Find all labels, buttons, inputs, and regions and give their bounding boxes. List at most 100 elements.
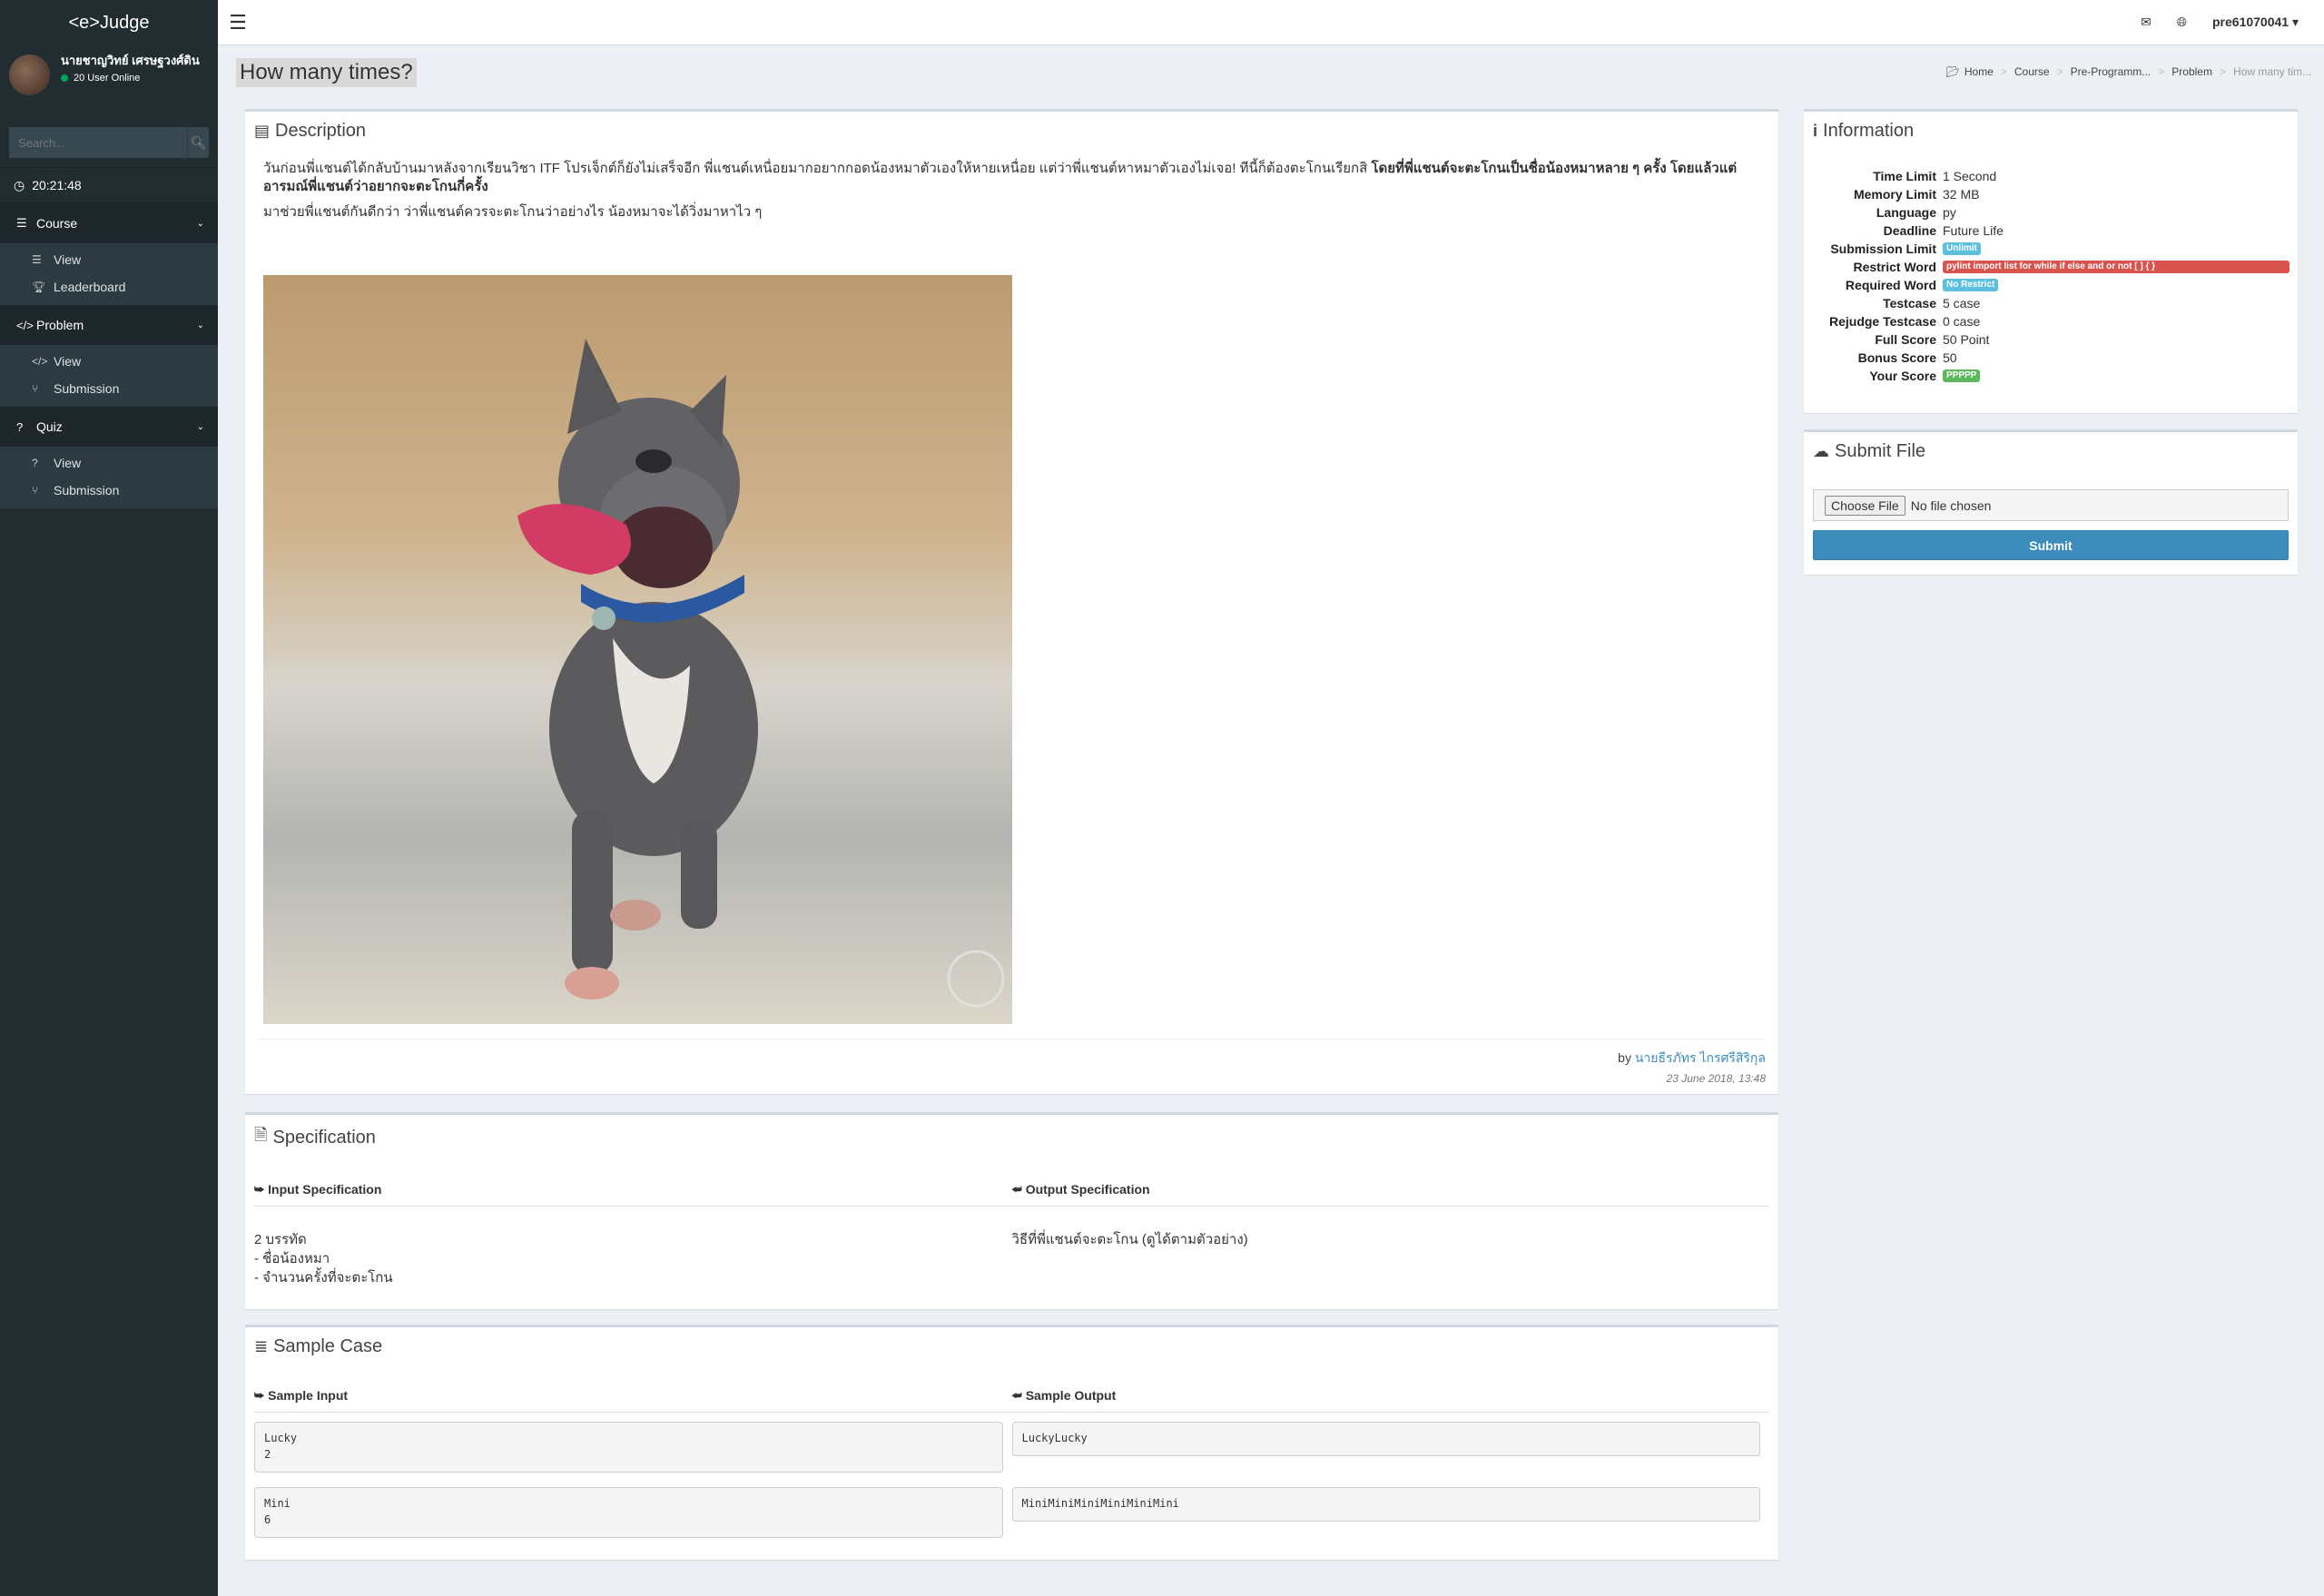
info-row-time-limit: Time Limit 1 Second [1813, 167, 2298, 185]
sample-output-column: ⮨ Sample Output LuckyLucky MiniMiniMiniM… [1011, 1379, 1769, 1538]
user-name: นายชาญวิทย์ เศรษฐวงศ์ดิน [61, 54, 200, 67]
clock-time: 20:21:48 [32, 178, 82, 192]
sidebar-item-quiz-view[interactable]: ? View [0, 449, 218, 477]
sidebar-item-problem-view[interactable]: </> View [0, 348, 218, 375]
globe-icon[interactable]: 🌐︎ [2164, 15, 2200, 30]
breadcrumb-separator: > [2056, 65, 2063, 78]
output-spec-column: ⮨ Output Specification วิธีที่พี่แชนต์จะ… [1011, 1173, 1769, 1287]
search-button[interactable]: 🔍︎ [187, 127, 209, 158]
sidebar-item-course-view[interactable]: ☰ View [0, 246, 218, 273]
menu-course: ☰ Course ⌄ ☰ View 🏆︎ Leaderboard [0, 203, 218, 305]
sidebar-item-quiz-submission[interactable]: ⑂ Submission [0, 477, 218, 504]
info-row-rejudge-testcase: Rejudge Testcase 0 case [1813, 312, 2298, 330]
trophy-icon: 🏆︎ [32, 281, 46, 293]
breadcrumb-problem[interactable]: Problem [2171, 65, 2212, 78]
menu-problem-toggle[interactable]: </> Problem ⌄ [0, 305, 218, 345]
input-spec-head: ⮩ Input Specification [254, 1173, 1012, 1207]
specification-title: Specification [272, 1127, 376, 1148]
info-row-testcase: Testcase 5 case [1813, 294, 2298, 312]
info-key: Testcase [1883, 296, 1936, 310]
breadcrumb-course-name[interactable]: Pre-Programm... [2071, 65, 2152, 78]
online-count: 20 User Online [74, 73, 141, 84]
sample-case-header: ≣ Sample Case [245, 1327, 1778, 1366]
submit-file-box: ☁ Submit File Choose File No file chosen… [1804, 429, 2298, 575]
info-row-your-score: Your Score PPPPP [1813, 367, 2298, 385]
info-key: Full Score [1875, 332, 1936, 347]
input-spec-column: ⮩ Input Specification 2 บรรทัด - ชื่อน้อ… [254, 1173, 1012, 1287]
breadcrumb: 📂︎ Home > Course > Pre-Programm... > Pro… [1946, 65, 2311, 78]
sidebar-toggle-button[interactable]: ☰ [218, 0, 258, 45]
file-input[interactable]: Choose File No file chosen [1813, 489, 2289, 521]
author-credit: by นายธีรภัทร ไกรศรีสิริกุล 23 June 2018… [259, 1039, 1766, 1085]
sign-out-icon: ⮨ [1011, 1182, 1022, 1196]
author-link[interactable]: นายธีรภัทร ไกรศรีสิริกุล [1635, 1050, 1766, 1065]
dog-photo [263, 275, 1012, 1024]
list-icon: ☰ [32, 253, 42, 266]
info-row-restrict-word: Restrict Word pylint import list for whil… [1813, 258, 2298, 276]
output-spec-label: Output Specification [1025, 1182, 1150, 1197]
info-value: 5 case [1943, 296, 1981, 310]
sidebar-search: 🔍︎ [9, 127, 209, 158]
info-row-required-word: Required Word No Restrict [1813, 276, 2298, 294]
sidebar-item-label: Submission [54, 483, 120, 498]
file-text-icon: 🗎︎ [254, 1126, 268, 1144]
input-spec-label: Input Specification [268, 1182, 382, 1197]
online-dot-icon [61, 74, 68, 82]
sample-input-block: Mini 6 [254, 1487, 1003, 1538]
code-fork-icon: ⑂ [32, 382, 39, 395]
question-icon: ? [32, 457, 38, 469]
description-para2: มาช่วยพี่แชนต์กันดีกว่า ว่าพี่แชนต์ควรจะ… [263, 204, 763, 220]
running-dog-illustration [263, 275, 1012, 1024]
breadcrumb-separator: > [2000, 65, 2007, 78]
breadcrumb-separator: > [2219, 65, 2226, 78]
info-row-memory-limit: Memory Limit 32 MB [1813, 185, 2298, 203]
info-value: 50 [1943, 350, 1957, 365]
submit-file-header: ☁ Submit File [1804, 432, 2298, 471]
output-spec-text: วิธีที่พี่แชนต์จะตะโกน (ดูได้ตามตัวอย่าง… [1011, 1232, 1248, 1247]
input-spec-text: 2 บรรทัด - ชื่อน้องหมา - จำนวนครั้งที่จะ… [254, 1207, 1012, 1287]
mail-icon[interactable]: ✉ [2128, 15, 2164, 30]
clock-icon: ◷ [14, 177, 25, 192]
sidebar-item-leaderboard[interactable]: 🏆︎ Leaderboard [0, 273, 218, 300]
info-key: Your Score [1869, 369, 1936, 383]
info-key: Deadline [1883, 223, 1936, 238]
menu-course-label: Course [36, 216, 78, 231]
info-key: Language [1876, 205, 1936, 220]
list-icon: ☰ [16, 216, 27, 230]
choose-file-button[interactable]: Choose File [1825, 495, 1905, 516]
sidebar: <e>Judge นายชาญวิทย์ เศรษฐวงศ์ดิน 20 Use… [0, 0, 218, 1596]
breadcrumb-course[interactable]: Course [2014, 65, 2050, 78]
sign-in-icon: ⮩ [254, 1182, 265, 1196]
sidebar-item-label: View [54, 252, 82, 267]
menu-problem: </> Problem ⌄ </> View ⑂ Submission [0, 305, 218, 407]
input-spec-line: 2 บรรทัด [254, 1232, 307, 1247]
info-row-bonus-score: Bonus Score 50 [1813, 349, 2298, 367]
info-key: Bonus Score [1857, 350, 1936, 365]
sidebar-item-problem-submission[interactable]: ⑂ Submission [0, 375, 218, 402]
menu-quiz-label: Quiz [36, 419, 63, 434]
output-spec-head: ⮨ Output Specification [1011, 1173, 1769, 1207]
info-key: Rejudge Testcase [1828, 314, 1936, 329]
chevron-down-icon: ⌄ [196, 218, 204, 229]
info-key: Memory Limit [1853, 187, 1936, 202]
sample-case-box: ≣ Sample Case ⮩ Sample Input Lucky 2 Min… [245, 1325, 1778, 1560]
avatar [9, 54, 50, 95]
post-date: 23 June 2018, 13:48 [1666, 1072, 1766, 1085]
your-score-badge: PPPPP [1943, 369, 1981, 382]
submit-file-title: Submit File [1835, 441, 1926, 461]
sample-input-block: Lucky 2 [254, 1422, 1003, 1473]
menu-course-toggle[interactable]: ☰ Course ⌄ [0, 203, 218, 243]
info-key: Restrict Word [1853, 260, 1936, 274]
submit-button[interactable]: Submit [1813, 530, 2289, 560]
specification-box: 🗎︎ Specification ⮩ Input Specification 2… [245, 1112, 1778, 1309]
search-input[interactable] [9, 127, 187, 158]
menu-quiz-toggle[interactable]: ? Quiz ⌄ [0, 407, 218, 447]
user-menu[interactable]: pre61070041 ▾ [2200, 15, 2324, 30]
author-by-label: by [1618, 1050, 1631, 1065]
user-panel: นายชาญวิทย์ เศรษฐวงศ์ดิน 20 User Online [0, 45, 218, 103]
information-table: Time Limit 1 Second Memory Limit 32 MB Lan… [1813, 167, 2298, 385]
search-icon: 🔍︎ [190, 134, 207, 150]
app-logo[interactable]: <e>Judge [0, 0, 218, 45]
breadcrumb-home[interactable]: Home [1965, 65, 1994, 78]
menu-quiz: ? Quiz ⌄ ? View ⑂ Submission [0, 407, 218, 508]
